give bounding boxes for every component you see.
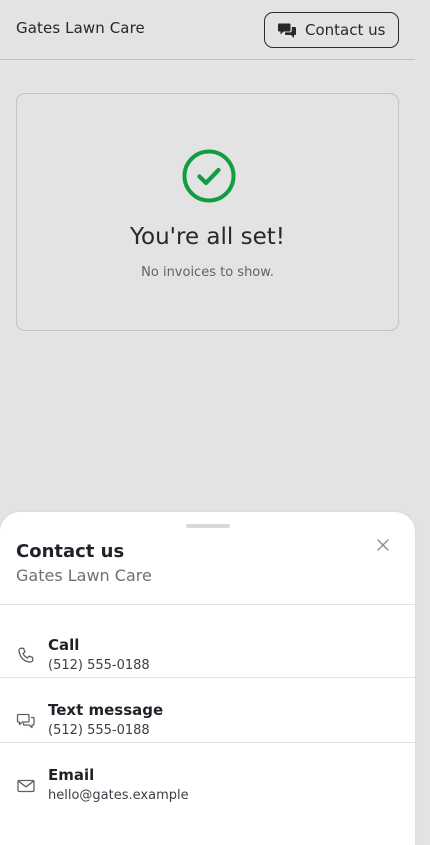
mail-icon xyxy=(16,776,36,796)
divider xyxy=(0,604,415,605)
email-option[interactable]: Email hello@gates.example xyxy=(0,756,415,820)
email-address: hello@gates.example xyxy=(48,788,189,803)
call-number: (512) 555-0188 xyxy=(48,658,150,673)
sheet-title: Contact us xyxy=(16,541,125,562)
close-icon xyxy=(377,539,389,551)
divider xyxy=(0,677,415,678)
chat-icon xyxy=(16,711,36,731)
text-message-option[interactable]: Text message (512) 555-0188 xyxy=(0,691,415,755)
call-option[interactable]: Call (512) 555-0188 xyxy=(0,626,415,690)
divider xyxy=(0,742,415,743)
text-message-number: (512) 555-0188 xyxy=(48,723,150,738)
contact-bottom-sheet: Contact us Gates Lawn Care Call (512) 55… xyxy=(0,512,415,845)
phone-icon xyxy=(16,646,36,666)
close-button[interactable] xyxy=(372,534,394,556)
drag-handle[interactable] xyxy=(186,524,230,528)
email-label: Email xyxy=(48,766,95,784)
call-label: Call xyxy=(48,636,80,654)
text-message-label: Text message xyxy=(48,701,164,719)
app-root: Gates Lawn Care Contact us You're all se… xyxy=(0,0,430,845)
sheet-subtitle: Gates Lawn Care xyxy=(16,566,152,585)
